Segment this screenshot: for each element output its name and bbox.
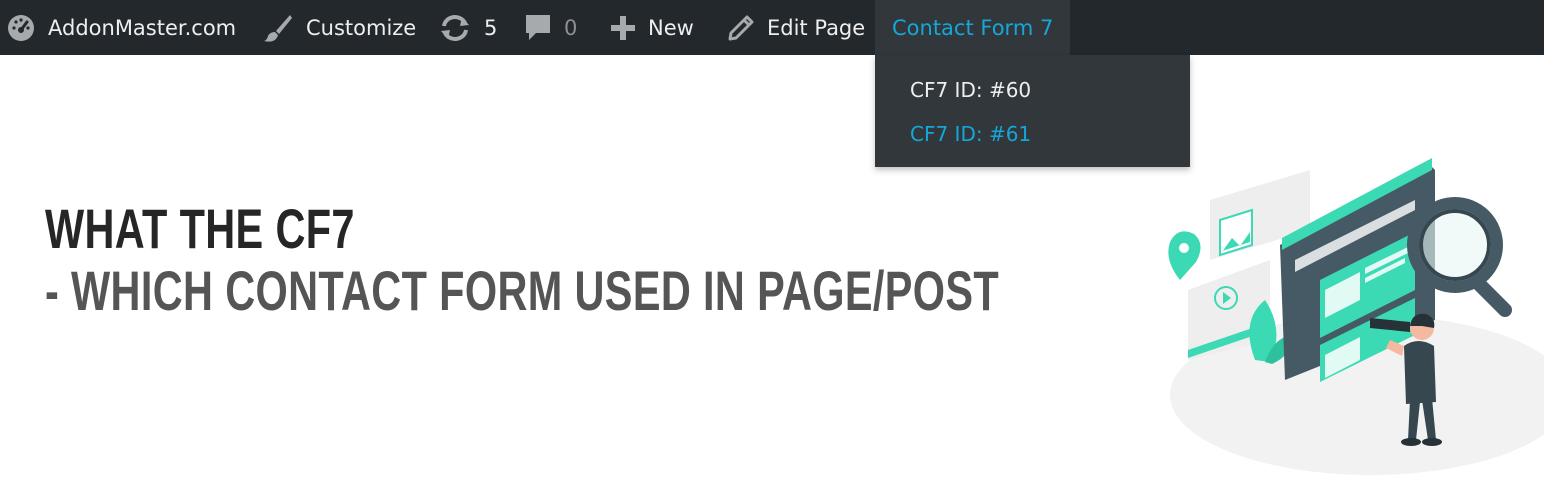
search-illustration bbox=[1160, 150, 1544, 485]
pencil-icon bbox=[727, 14, 755, 42]
admin-bar: AddonMaster.com Customize 5 0 New Edit P… bbox=[0, 0, 1544, 55]
edit-page-menu[interactable]: Edit Page bbox=[727, 0, 865, 55]
updates-menu[interactable]: 5 bbox=[438, 0, 497, 55]
comments-count: 0 bbox=[564, 15, 578, 40]
new-content-menu[interactable]: New bbox=[610, 0, 694, 55]
plus-icon bbox=[610, 15, 636, 41]
dropdown-item-cf7-61[interactable]: CF7 ID: #61 bbox=[910, 122, 1031, 146]
site-name-label: AddonMaster.com bbox=[48, 15, 237, 40]
updates-count: 5 bbox=[484, 15, 498, 40]
edit-page-label: Edit Page bbox=[767, 15, 866, 40]
customize-label: Customize bbox=[306, 15, 417, 40]
paintbrush-icon bbox=[262, 12, 294, 44]
customize-menu[interactable]: Customize bbox=[262, 0, 416, 55]
dropdown-item-cf7-60[interactable]: CF7 ID: #60 bbox=[910, 78, 1031, 102]
page-heading: WHAT THE CF7 - WHICH CONTACT FORM USED I… bbox=[45, 196, 1334, 320]
dashboard-icon bbox=[6, 13, 36, 43]
site-name-menu[interactable]: AddonMaster.com bbox=[6, 0, 236, 55]
heading-line-1: WHAT THE CF7 bbox=[45, 197, 355, 260]
contact-form-dropdown: CF7 ID: #60 CF7 ID: #61 bbox=[875, 55, 1190, 167]
location-pin-icon bbox=[1168, 231, 1201, 280]
heading-line-2: - WHICH CONTACT FORM USED IN PAGE/POST bbox=[45, 259, 1000, 322]
contact-form-7-label: Contact Form 7 bbox=[892, 15, 1054, 40]
comment-bubble-icon bbox=[524, 13, 552, 43]
contact-form-7-menu[interactable]: Contact Form 7 bbox=[875, 0, 1071, 55]
new-label: New bbox=[648, 15, 694, 40]
comments-menu[interactable]: 0 bbox=[524, 0, 577, 55]
refresh-icon bbox=[438, 14, 472, 42]
